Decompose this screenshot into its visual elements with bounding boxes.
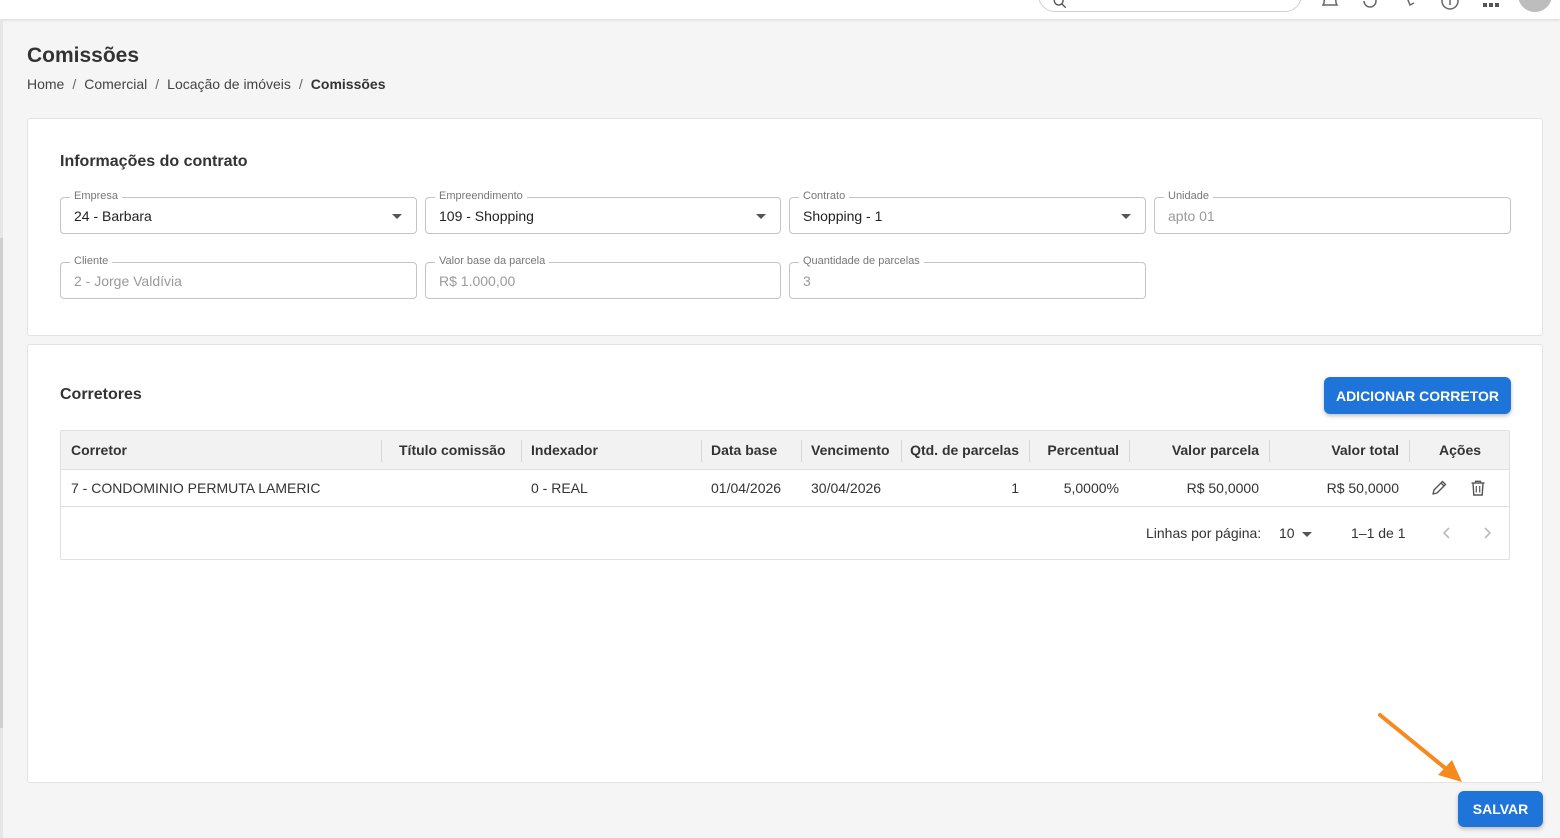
column-divider — [1409, 440, 1410, 462]
col-titulo[interactable]: Título comissão — [399, 431, 506, 470]
breadcrumb-current: Comissões — [310, 76, 386, 92]
help-icon[interactable] — [1440, 0, 1460, 11]
save-button[interactable]: SALVAR — [1458, 791, 1543, 827]
valor-base-field: Valor base da parcela R$ 1.000,00 — [425, 254, 781, 299]
rows-per-page-label: Linhas por página: — [1146, 525, 1262, 541]
col-percentual[interactable]: Percentual — [1029, 431, 1119, 470]
qtd-parcelas-label: Quantidade de parcelas — [799, 254, 924, 268]
cell-valor-total: R$ 50,0000 — [1326, 480, 1399, 496]
empresa-value: 24 - Barbara — [74, 208, 152, 224]
col-indexador[interactable]: Indexador — [531, 431, 598, 470]
empresa-select[interactable]: Empresa 24 - Barbara — [60, 189, 417, 234]
col-corretor[interactable]: Corretor — [71, 431, 127, 470]
col-vencimento[interactable]: Vencimento — [811, 431, 890, 470]
empreendimento-value: 109 - Shopping — [439, 208, 534, 224]
global-search-input[interactable] — [1038, 0, 1302, 12]
history-icon[interactable] — [1360, 0, 1380, 11]
empresa-label: Empresa — [70, 189, 123, 203]
cell-qtd: 1 — [1011, 480, 1019, 496]
breadcrumb-comercial[interactable]: Comercial — [84, 76, 147, 92]
contract-info-title: Informações do contrato — [60, 153, 248, 170]
table-pagination: Linhas por página: 10 1–1 de 1 — [61, 508, 1509, 559]
cell-vencimento: 30/04/2026 — [811, 480, 882, 496]
unidade-value: apto 01 — [1168, 208, 1215, 224]
previous-page-icon[interactable] — [1439, 525, 1455, 541]
breadcrumb-separator: / — [155, 76, 160, 92]
unidade-field: Unidade apto 01 — [1154, 189, 1511, 234]
pagination-range: 1–1 de 1 — [1351, 525, 1406, 541]
breadcrumb-separator: / — [72, 76, 77, 92]
qtd-parcelas-field: Quantidade de parcelas 3 — [789, 254, 1146, 299]
cell-data-base: 01/04/2026 — [711, 480, 782, 496]
breadcrumb-locacao[interactable]: Locação de imóveis — [167, 76, 291, 92]
top-bar — [0, 0, 1560, 19]
column-divider — [801, 440, 802, 462]
brokers-title: Corretores — [60, 386, 142, 403]
rows-per-page-select[interactable]: 10 — [1279, 525, 1295, 541]
col-qtd-parcelas[interactable]: Qtd. de parcelas — [901, 431, 1019, 470]
notification-icon[interactable] — [1320, 0, 1340, 11]
table-row: 7 - CONDOMINIO PERMUTA LAMERIC 0 - REAL … — [61, 470, 1509, 507]
cell-valor-parcela: R$ 50,0000 — [1186, 480, 1259, 496]
brokers-card: Corretores ADICIONAR CORRETOR Corretor T… — [27, 344, 1543, 783]
dropdown-arrow-icon — [392, 214, 402, 219]
valor-base-value: R$ 1.000,00 — [439, 273, 516, 289]
empreendimento-select[interactable]: Empreendimento 109 - Shopping — [425, 189, 781, 234]
brokers-table: Corretor Título comissão Indexador Data … — [60, 430, 1510, 560]
sidebar-scroll-indicator — [0, 238, 3, 728]
tool-icon[interactable] — [1398, 0, 1418, 11]
chevron-down-icon[interactable] — [1302, 532, 1312, 537]
page-title: Comissões — [27, 44, 140, 67]
column-divider — [381, 440, 382, 462]
cliente-field: Cliente 2 - Jorge Valdívia — [60, 254, 417, 299]
dropdown-arrow-icon — [1121, 214, 1131, 219]
column-divider — [521, 440, 522, 462]
contract-info-card: Informações do contrato Empresa 24 - Bar… — [27, 118, 1543, 336]
cell-percentual: 5,0000% — [1063, 480, 1119, 496]
breadcrumb-separator: / — [298, 76, 303, 92]
contrato-select[interactable]: Contrato Shopping - 1 — [789, 189, 1146, 234]
edit-pencil-icon[interactable] — [1430, 479, 1448, 497]
cell-indexador: 0 - REAL — [531, 480, 588, 496]
breadcrumb: Home / Comercial / Locação de imóveis / Comiss… — [27, 76, 386, 92]
valor-base-label: Valor base da parcela — [435, 254, 550, 268]
col-acoes: Ações — [1439, 442, 1482, 458]
delete-trash-icon[interactable] — [1469, 479, 1487, 497]
dropdown-arrow-icon — [756, 214, 766, 219]
unidade-label: Unidade — [1164, 189, 1213, 203]
add-broker-button[interactable]: ADICIONAR CORRETOR — [1324, 377, 1511, 414]
column-divider — [701, 440, 702, 462]
cliente-label: Cliente — [70, 254, 113, 268]
col-data-base[interactable]: Data base — [711, 431, 777, 470]
search-icon — [1053, 0, 1067, 9]
apps-grid-icon[interactable] — [1481, 0, 1501, 11]
contrato-label: Contrato — [799, 189, 850, 203]
qtd-parcelas-value: 3 — [803, 273, 811, 289]
table-header: Corretor Título comissão Indexador Data … — [61, 431, 1509, 470]
next-page-icon[interactable] — [1479, 525, 1495, 541]
cell-corretor: 7 - CONDOMINIO PERMUTA LAMERIC — [71, 480, 321, 496]
user-avatar[interactable] — [1518, 0, 1552, 12]
breadcrumb-home[interactable]: Home — [27, 76, 64, 92]
contrato-value: Shopping - 1 — [803, 208, 883, 224]
empreendimento-label: Empreendimento — [435, 189, 527, 203]
cliente-value: 2 - Jorge Valdívia — [74, 273, 182, 289]
col-valor-parcela[interactable]: Valor parcela — [1129, 431, 1259, 470]
col-valor-total[interactable]: Valor total — [1269, 431, 1399, 470]
